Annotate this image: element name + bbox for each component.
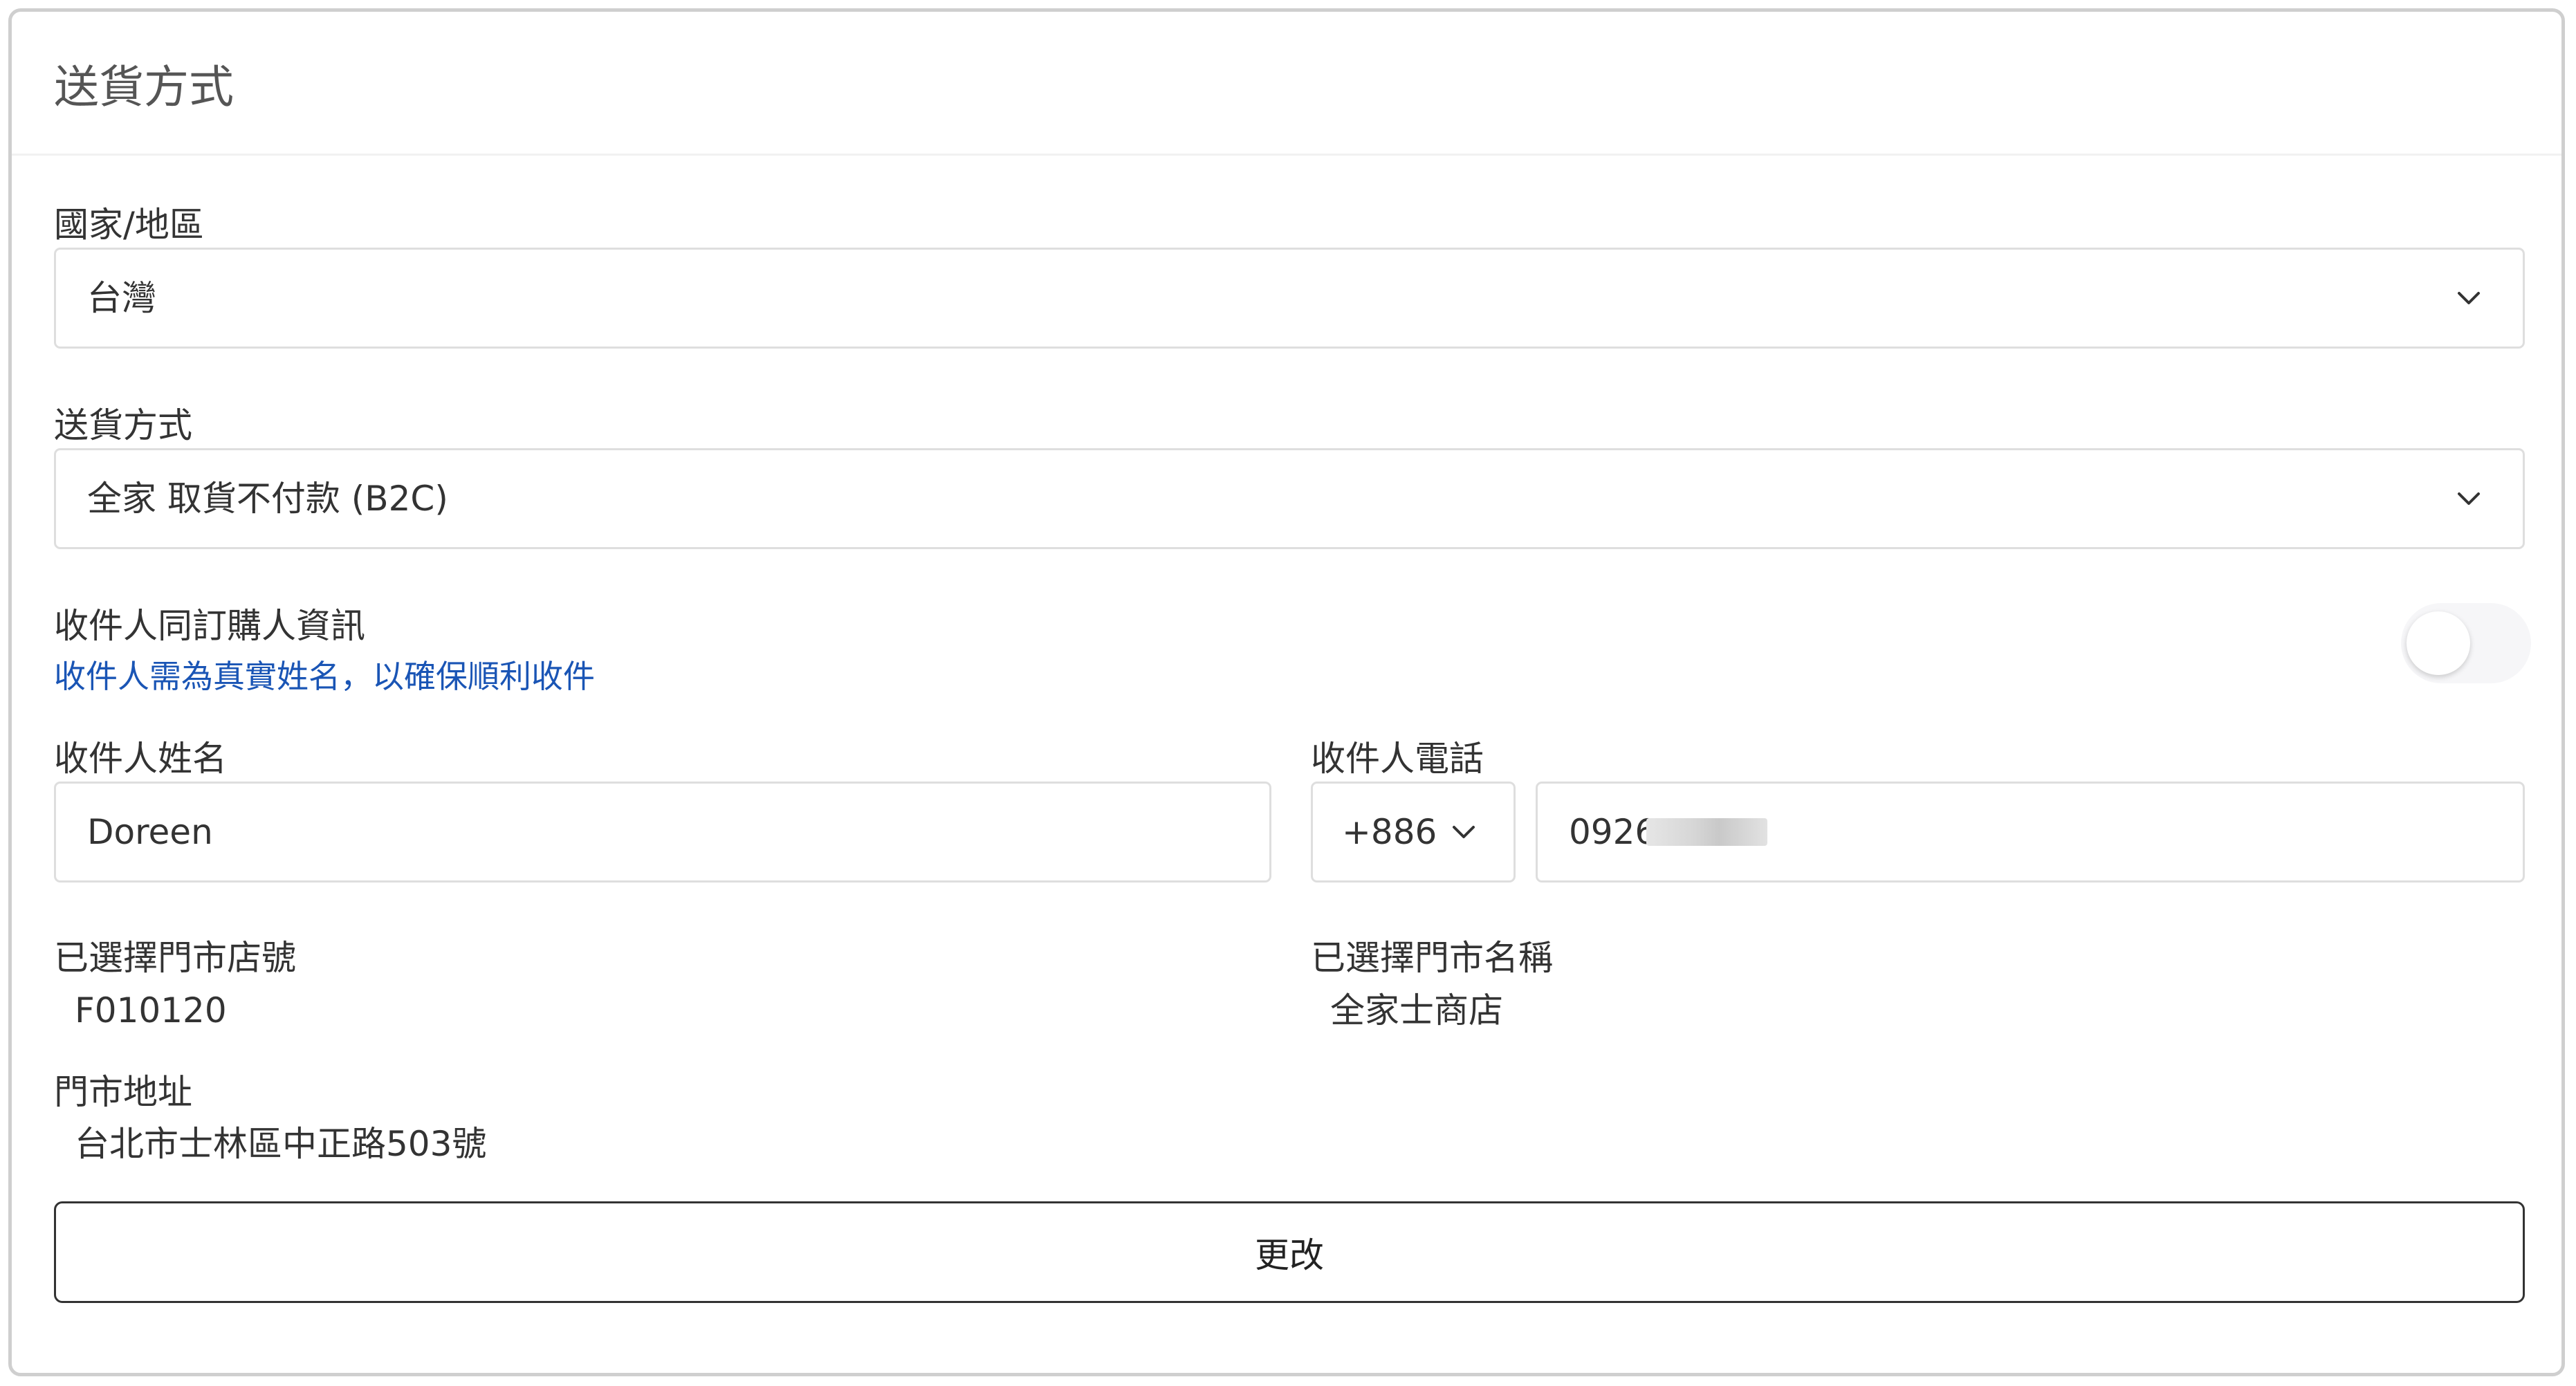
store-address-value: 台北市士林區中正路503號 <box>75 1124 487 1164</box>
recipient-name-input[interactable]: Doreen <box>54 782 1271 883</box>
phone-country-code-value: +886 <box>1342 812 1437 852</box>
shipping-method-label: 送貨方式 <box>54 405 192 445</box>
store-name-label: 已選擇門市名稱 <box>1311 938 1553 978</box>
same-as-buyer-label: 收件人同訂購人資訊 <box>54 606 365 646</box>
change-store-button[interactable]: 更改 <box>54 1201 2525 1303</box>
same-as-buyer-toggle[interactable] <box>2401 603 2531 683</box>
recipient-name-value: Doreen <box>87 812 213 852</box>
country-label: 國家/地區 <box>54 205 204 245</box>
store-id-value: F010120 <box>75 990 227 1031</box>
toggle-knob <box>2407 611 2470 675</box>
chevron-down-icon <box>1450 818 1478 846</box>
store-address-label: 門市地址 <box>54 1072 192 1112</box>
shipping-method-select[interactable]: 全家 取貨不付款 (B2C) <box>54 448 2525 549</box>
store-name-value: 全家士商店 <box>1330 990 1503 1031</box>
card-title: 送貨方式 <box>54 62 234 113</box>
store-id-label: 已選擇門市店號 <box>54 938 296 978</box>
recipient-name-label: 收件人姓名 <box>54 739 227 779</box>
card-header: 送貨方式 <box>12 12 2561 156</box>
shipping-method-card: 送貨方式 國家/地區 台灣 送貨方式 全家 取貨不付款 (B2C) 收件人同訂購… <box>8 8 2565 1376</box>
recipient-phone-label: 收件人電話 <box>1311 739 1484 779</box>
chevron-down-icon <box>2455 485 2483 512</box>
phone-country-code-select[interactable]: +886 <box>1311 782 1516 883</box>
country-select[interactable]: 台灣 <box>54 248 2525 349</box>
phone-number-value: 0926 <box>1569 812 1657 852</box>
country-select-value: 台灣 <box>87 278 156 318</box>
phone-number-input[interactable]: 0926 <box>1536 782 2525 883</box>
chevron-down-icon <box>2455 284 2483 312</box>
redacted-phone-digits <box>1646 818 1767 846</box>
recipient-name-hint: 收件人需為真實姓名，以確保順利收件 <box>54 658 595 695</box>
shipping-method-select-value: 全家 取貨不付款 (B2C) <box>87 479 448 519</box>
